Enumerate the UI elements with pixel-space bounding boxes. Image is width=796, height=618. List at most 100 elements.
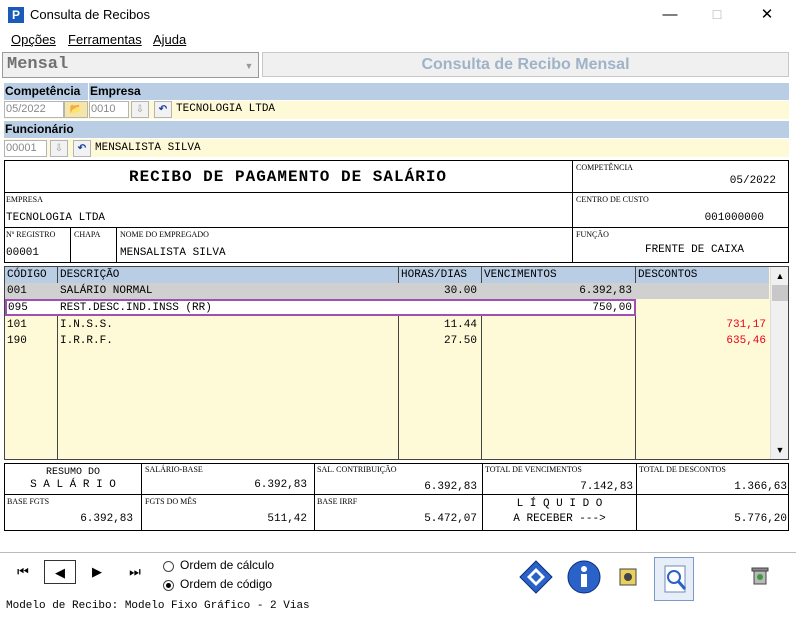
- close-button[interactable]: ✕: [752, 4, 782, 26]
- scroll-up-icon[interactable]: ▲: [773, 268, 787, 284]
- resumo-salario-label: S A L Á R I O: [30, 479, 116, 491]
- total-descontos-value: 1.366,63: [734, 481, 787, 493]
- preview-icon[interactable]: [654, 557, 694, 601]
- cell-vencimentos: 6.392,83: [579, 285, 632, 297]
- competencia-header-label: COMPETÊNCIA: [576, 163, 633, 172]
- scroll-thumb[interactable]: [772, 285, 788, 301]
- funcionario-code-input[interactable]: 00001: [4, 140, 47, 157]
- divider: [0, 552, 796, 553]
- liquido-receber-label: A RECEBER --->: [513, 513, 606, 525]
- menu-ferramentas[interactable]: Ferramentas: [68, 32, 142, 47]
- total-vencimentos-label: TOTAL DE VENCIMENTOS: [485, 465, 582, 474]
- divider: [572, 160, 573, 263]
- menu-ajuda[interactable]: Ajuda: [153, 32, 186, 47]
- lookup-down-icon[interactable]: ⇩: [50, 140, 68, 157]
- empresa-code-input[interactable]: 0010: [89, 101, 129, 118]
- base-irrf-value: 5.472,07: [424, 513, 477, 525]
- prev-record-button[interactable]: ◀: [44, 560, 76, 584]
- competencia-label: Competência: [4, 83, 88, 100]
- maximize-button[interactable]: ☐: [702, 4, 732, 26]
- table-row[interactable]: 095 REST.DESC.IND.INSS (RR) 750,00: [5, 299, 636, 316]
- radio-ordem-calculo[interactable]: [163, 561, 174, 572]
- type-combo[interactable]: Mensal ▼: [2, 52, 259, 78]
- cell-codigo: 101: [7, 319, 27, 331]
- page-title: Consulta de Recibo Mensal: [262, 52, 789, 77]
- radio-dot: [166, 583, 171, 588]
- registro-value: 00001: [6, 247, 40, 259]
- column-header-vencimentos[interactable]: VENCIMENTOS: [482, 267, 635, 283]
- cell-descontos: 635,46: [726, 335, 766, 347]
- liquido-label: L Í Q U I D O: [516, 498, 603, 510]
- gear-icon[interactable]: [608, 557, 648, 597]
- lookup-down-icon[interactable]: ⇩: [131, 101, 149, 118]
- funcao-value: FRENTE DE CAIXA: [644, 244, 744, 256]
- cell-codigo: 095: [8, 302, 28, 314]
- cell-codigo: 190: [7, 335, 27, 347]
- salario-base-label: SALÁRIO-BASE: [145, 465, 203, 474]
- status-text: Modelo de Recibo: Modelo Fixo Gráfico - …: [6, 600, 310, 612]
- menu-opcoes[interactable]: Opções: [11, 32, 56, 47]
- vertical-scrollbar[interactable]: ▲ ▼: [770, 267, 788, 459]
- first-record-button[interactable]: ⏮: [10, 560, 36, 584]
- receipt-title: RECIBO DE PAGAMENTO DE SALÁRIO: [128, 168, 448, 186]
- refresh-icon[interactable]: [516, 557, 556, 597]
- base-irrf-label: BASE IRRF: [317, 497, 358, 506]
- next-record-button[interactable]: ▶: [84, 560, 110, 584]
- empresa-value: TECNOLOGIA LTDA: [6, 212, 106, 224]
- cell-horas: 27.50: [443, 335, 477, 347]
- chevron-down-icon[interactable]: ▼: [242, 55, 256, 75]
- competencia-value: 05/2022: [729, 175, 776, 187]
- table-row[interactable]: 190 I.R.R.F. 27.50 635,46: [5, 333, 769, 349]
- divider: [5, 494, 788, 495]
- total-vencimentos-value: 7.142,83: [580, 481, 633, 493]
- nome-value: MENSALISTA SILVA: [120, 247, 226, 259]
- ordem-calculo-label[interactable]: Ordem de cálculo: [180, 558, 274, 572]
- empresa-label: Empresa: [89, 83, 789, 100]
- centro-custo-label: CENTRO DE CUSTO: [576, 195, 649, 204]
- trash-icon[interactable]: [740, 557, 780, 597]
- table-row[interactable]: 001 SALÁRIO NORMAL 30.00 6.392,83: [5, 283, 769, 299]
- divider: [141, 464, 142, 530]
- undo-icon[interactable]: ↶: [73, 140, 91, 157]
- folder-icon[interactable]: 📂: [64, 101, 88, 118]
- summary-panel: RESUMO DO S A L Á R I O SALÁRIO-BASE 6.3…: [4, 463, 789, 531]
- last-record-button[interactable]: ⏭: [122, 560, 148, 584]
- nome-label: NOME DO EMPREGADO: [120, 230, 209, 239]
- cell-horas: 30.00: [443, 285, 477, 297]
- table-row[interactable]: 101 I.N.S.S. 11.44 731,17: [5, 317, 769, 333]
- column-header-descontos[interactable]: DESCONTOS: [636, 267, 769, 283]
- competencia-input[interactable]: 05/2022: [4, 101, 64, 118]
- fgts-mes-label: FGTS DO MÊS: [145, 497, 197, 506]
- scroll-down-icon[interactable]: ▼: [773, 442, 787, 458]
- sal-contrib-value: 6.392,83: [424, 481, 477, 493]
- cell-descricao: SALÁRIO NORMAL: [60, 285, 153, 297]
- funcao-label: FUNÇÃO: [576, 230, 609, 239]
- empresa-header-label: EMPRESA: [6, 195, 43, 204]
- info-icon[interactable]: [564, 557, 604, 597]
- cell-descricao: I.N.S.S.: [60, 319, 113, 331]
- radio-ordem-codigo[interactable]: [163, 580, 174, 591]
- centro-custo-value: 001000000: [704, 212, 764, 224]
- minimize-button[interactable]: —: [655, 4, 685, 26]
- divider: [314, 464, 315, 530]
- divider: [4, 227, 789, 228]
- column-header-descricao[interactable]: DESCRIÇÃO: [58, 267, 398, 283]
- sal-contrib-label: SAL. CONTRIBUIÇÃO: [317, 465, 397, 474]
- funcionario-name: MENSALISTA SILVA: [95, 142, 201, 154]
- divider: [70, 227, 71, 263]
- cell-descricao: I.R.R.F.: [60, 335, 113, 347]
- base-fgts-label: BASE FGTS: [7, 497, 50, 506]
- type-combo-value: Mensal: [7, 55, 69, 74]
- payroll-grid[interactable]: CÓDIGO DESCRIÇÃO HORAS/DIAS VENCIMENTOS …: [4, 266, 789, 460]
- divider: [116, 227, 117, 263]
- column-header-codigo[interactable]: CÓDIGO: [5, 267, 57, 283]
- liquido-value: 5.776,20: [734, 513, 787, 525]
- divider: [636, 464, 637, 530]
- cell-horas: 11.44: [443, 319, 477, 331]
- undo-icon[interactable]: ↶: [154, 101, 172, 118]
- resumo-label: RESUMO DO: [45, 467, 100, 478]
- ordem-codigo-label[interactable]: Ordem de código: [180, 577, 272, 591]
- column-header-horas[interactable]: HORAS/DIAS: [399, 267, 481, 283]
- salario-base-value: 6.392,83: [254, 479, 307, 491]
- base-fgts-value: 6.392,83: [80, 513, 133, 525]
